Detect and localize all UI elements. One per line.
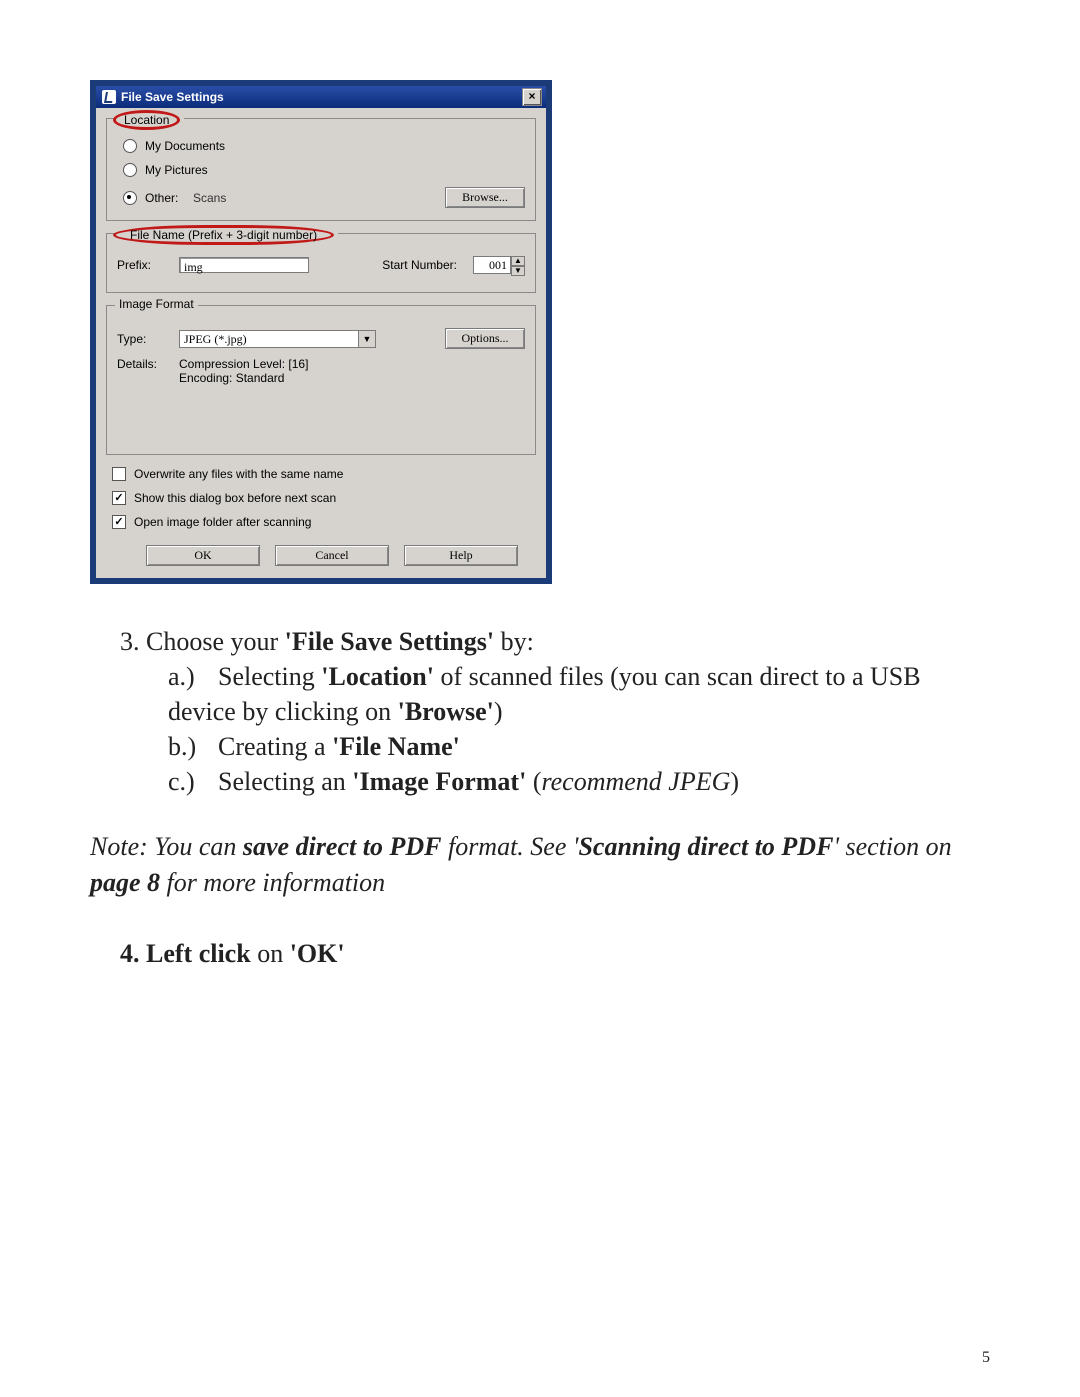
check-label: Show this dialog box before next scan (134, 491, 336, 505)
details-text: Compression Level: [16] Encoding: Standa… (179, 357, 308, 385)
annotation-circle: File Name (Prefix + 3-digit number) (113, 225, 334, 245)
text: by: (494, 627, 534, 656)
text: 'File Name' (332, 732, 460, 761)
checkbox-icon (112, 467, 126, 481)
checkbox-icon (112, 491, 126, 505)
radio-icon (123, 139, 137, 153)
text: Selecting an (218, 767, 352, 796)
radio-label: My Documents (145, 139, 225, 153)
checkbox-icon (112, 515, 126, 529)
text: recommend JPEG (541, 767, 730, 796)
start-number-value: 001 (473, 256, 511, 274)
check-label: Open image folder after scanning (134, 515, 311, 529)
titlebar: File Save Settings × (96, 86, 546, 108)
instructions: 3. Choose your 'File Save Settings' by: … (90, 624, 990, 971)
chevron-down-icon: ▼ (359, 330, 376, 348)
close-icon[interactable]: × (522, 88, 542, 106)
page-number: 5 (982, 1349, 990, 1367)
text: b.) (168, 729, 218, 764)
other-value: Scans (193, 191, 226, 205)
check-label: Overwrite any files with the same name (134, 467, 343, 481)
text: Selecting (218, 662, 321, 691)
location-legend: Location (115, 110, 184, 130)
radio-icon (123, 163, 137, 177)
check-show-dialog[interactable]: Show this dialog box before next scan (112, 491, 536, 505)
browse-button[interactable]: Browse... (445, 187, 525, 208)
filename-legend: File Name (Prefix + 3-digit number) (115, 225, 338, 245)
file-save-settings-dialog: File Save Settings × Location My Documen… (90, 80, 552, 584)
window-title: File Save Settings (121, 90, 224, 104)
check-overwrite[interactable]: Overwrite any files with the same name (112, 467, 536, 481)
location-group: Location My Documents My Pictures Other:… (106, 118, 536, 221)
note: Note: You can save direct to PDF format.… (90, 829, 990, 899)
text: ( (526, 767, 541, 796)
start-number-label: Start Number: (382, 258, 457, 272)
text: 4. Left click (120, 939, 251, 968)
text: 'File Save Settings' (285, 627, 494, 656)
radio-my-pictures[interactable]: My Pictures (123, 163, 525, 177)
check-open-folder[interactable]: Open image folder after scanning (112, 515, 536, 529)
text: ) (730, 767, 739, 796)
other-label: Other: (145, 191, 189, 205)
text: 'OK' (290, 939, 345, 968)
text: c.) (168, 764, 218, 799)
image-format-group: Image Format Type: JPEG (*.jpg) ▼ Option… (106, 305, 536, 455)
start-number-stepper[interactable]: 001 ▲▼ (473, 256, 525, 274)
cancel-button[interactable]: Cancel (275, 545, 389, 566)
chevron-up-icon[interactable]: ▲ (511, 256, 525, 266)
options-button[interactable]: Options... (445, 328, 525, 349)
ok-button[interactable]: OK (146, 545, 260, 566)
text: ) (494, 697, 503, 726)
text: on (251, 939, 290, 968)
app-icon (102, 90, 116, 104)
text: a.) (168, 659, 218, 694)
filename-group: File Name (Prefix + 3-digit number) Pref… (106, 233, 536, 293)
type-label: Type: (117, 332, 179, 346)
type-select[interactable]: JPEG (*.jpg) ▼ (179, 330, 376, 348)
text: 'Browse' (398, 697, 494, 726)
text: 'Image Format' (352, 767, 526, 796)
text: 'Location' (321, 662, 434, 691)
type-value: JPEG (*.jpg) (179, 330, 359, 348)
radio-label: My Pictures (145, 163, 208, 177)
annotation-circle: Location (113, 110, 180, 130)
details-label: Details: (117, 357, 179, 371)
prefix-label: Prefix: (117, 258, 179, 272)
text: 3. Choose your (120, 627, 285, 656)
radio-my-documents[interactable]: My Documents (123, 139, 525, 153)
format-legend: Image Format (115, 297, 198, 311)
radio-other[interactable] (123, 191, 137, 205)
prefix-input[interactable]: img (179, 257, 309, 273)
text: Creating a (218, 732, 332, 761)
help-button[interactable]: Help (404, 545, 518, 566)
chevron-down-icon[interactable]: ▼ (511, 266, 525, 276)
